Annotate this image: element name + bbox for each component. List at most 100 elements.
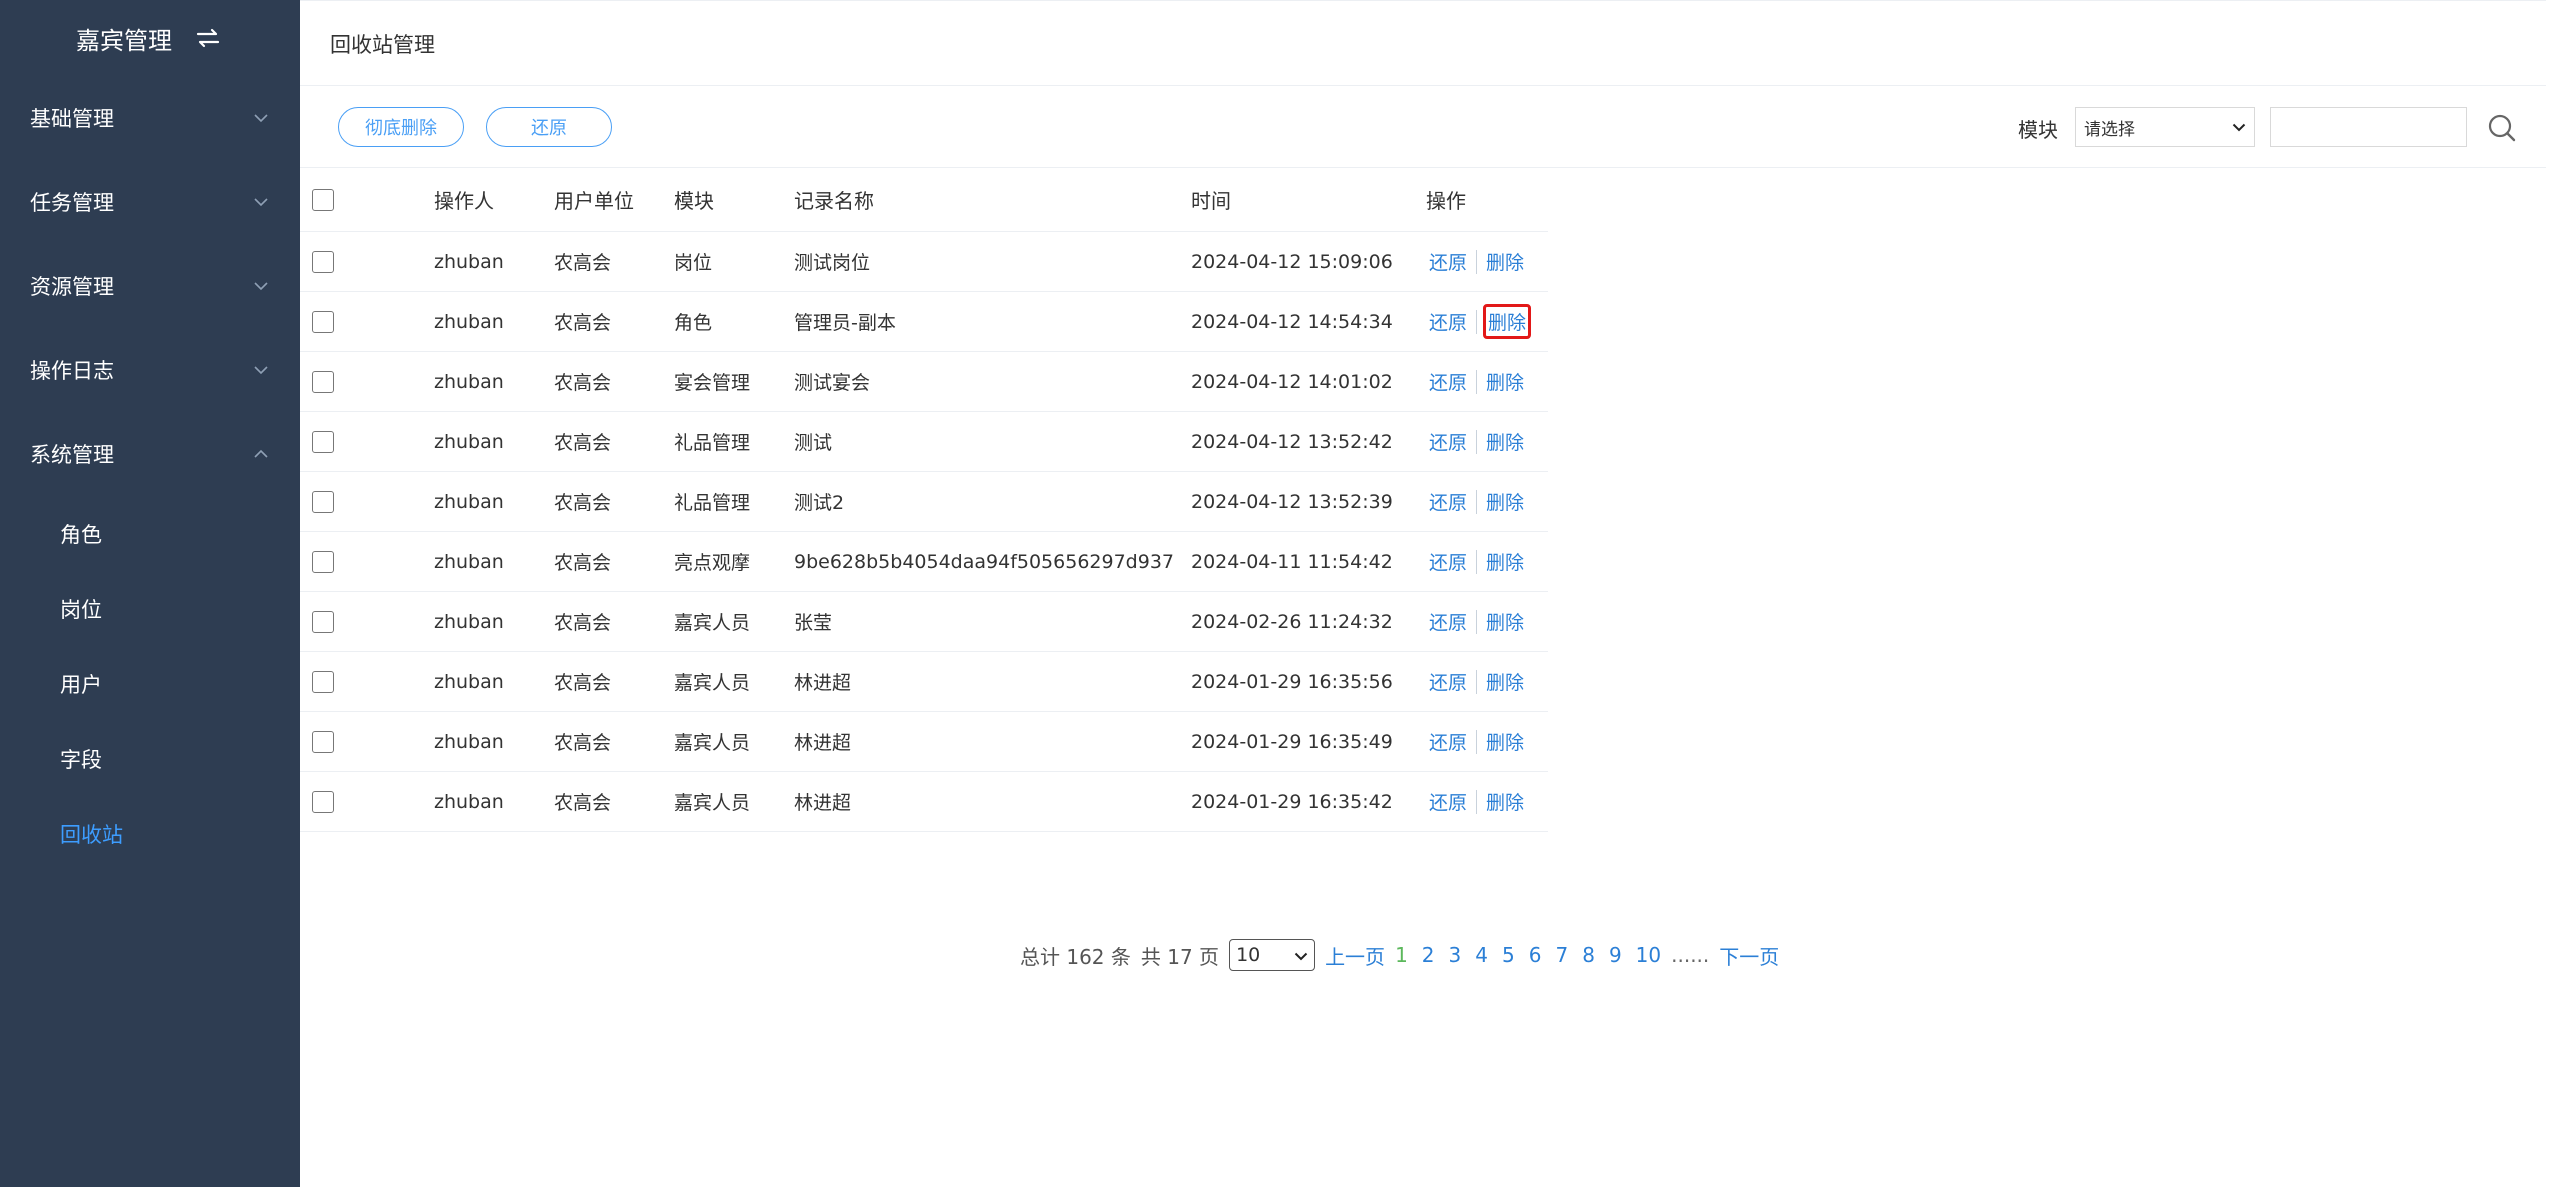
menu-log[interactable]: 操作日志 bbox=[0, 328, 300, 412]
row-checkbox[interactable] bbox=[312, 730, 334, 753]
menu-label: 操作日志 bbox=[30, 359, 114, 383]
cell-operator: zhuban bbox=[434, 250, 504, 273]
table-row: zhuban 农高会 礼品管理 测试2 2024-04-12 13:52:39 还原 删除 bbox=[300, 472, 1548, 532]
row-delete-link[interactable]: 删除 bbox=[1483, 486, 1527, 517]
row-restore-link[interactable]: 还原 bbox=[1426, 246, 1470, 277]
cell-unit: 农高会 bbox=[554, 792, 612, 814]
row-delete-link[interactable]: 删除 bbox=[1483, 726, 1527, 757]
row-delete-link[interactable]: 删除 bbox=[1483, 606, 1527, 637]
row-restore-link[interactable]: 还原 bbox=[1426, 546, 1470, 577]
page-link-10[interactable]: 10 bbox=[1636, 943, 1661, 967]
header-time: 时间 bbox=[1191, 189, 1231, 213]
switch-icon[interactable] bbox=[192, 22, 224, 54]
row-restore-link[interactable]: 还原 bbox=[1426, 786, 1470, 817]
menu-basic[interactable]: 基础管理 bbox=[0, 76, 300, 160]
menu-label: 基础管理 bbox=[30, 107, 114, 131]
restore-button[interactable]: 还原 bbox=[486, 107, 612, 147]
page-link-6[interactable]: 6 bbox=[1529, 943, 1542, 967]
sidebar-item-post[interactable]: 岗位 bbox=[0, 571, 300, 646]
action-divider bbox=[1476, 369, 1478, 394]
row-checkbox[interactable] bbox=[312, 610, 334, 633]
row-delete-link[interactable]: 删除 bbox=[1483, 304, 1532, 339]
cell-actions: 还原 删除 bbox=[1426, 532, 1527, 591]
prev-page-link[interactable]: 上一页 bbox=[1325, 941, 1385, 970]
permanent-delete-button[interactable]: 彻底删除 bbox=[338, 107, 464, 147]
cell-module: 礼品管理 bbox=[674, 432, 751, 454]
sidebar-item-role[interactable]: 角色 bbox=[0, 496, 300, 571]
cell-actions: 还原 删除 bbox=[1426, 232, 1527, 291]
row-restore-link[interactable]: 还原 bbox=[1426, 486, 1470, 517]
row-checkbox[interactable] bbox=[312, 790, 334, 813]
menu-label: 任务管理 bbox=[30, 191, 114, 215]
menu-task[interactable]: 任务管理 bbox=[0, 160, 300, 244]
search-icon[interactable] bbox=[2486, 112, 2518, 144]
cell-unit: 农高会 bbox=[554, 732, 612, 754]
cell-operator: zhuban bbox=[434, 610, 504, 633]
row-delete-link[interactable]: 删除 bbox=[1483, 666, 1527, 697]
row-checkbox[interactable] bbox=[312, 430, 334, 453]
sidebar-item-field[interactable]: 字段 bbox=[0, 721, 300, 796]
cell-record-name: 林进超 bbox=[794, 792, 852, 814]
cell-time: 2024-04-12 14:54:34 bbox=[1191, 310, 1393, 333]
page-link-5[interactable]: 5 bbox=[1502, 943, 1515, 967]
row-checkbox[interactable] bbox=[312, 310, 334, 333]
action-divider bbox=[1476, 549, 1478, 574]
search-input[interactable] bbox=[2270, 107, 2467, 147]
row-delete-link[interactable]: 删除 bbox=[1483, 366, 1527, 397]
row-checkbox[interactable] bbox=[312, 250, 334, 273]
menu-resource[interactable]: 资源管理 bbox=[0, 244, 300, 328]
cell-module: 岗位 bbox=[674, 252, 713, 274]
chevron-down-icon bbox=[252, 109, 270, 127]
row-restore-link[interactable]: 还原 bbox=[1426, 366, 1470, 397]
row-checkbox[interactable] bbox=[312, 670, 334, 693]
cell-actions: 还原 删除 bbox=[1426, 712, 1527, 771]
page-link-3[interactable]: 3 bbox=[1449, 943, 1462, 967]
row-delete-link[interactable]: 删除 bbox=[1483, 546, 1527, 577]
row-checkbox[interactable] bbox=[312, 490, 334, 513]
header-unit: 用户单位 bbox=[554, 189, 634, 213]
action-divider bbox=[1476, 489, 1478, 514]
cell-time: 2024-01-29 16:35:49 bbox=[1191, 730, 1393, 753]
page-link-7[interactable]: 7 bbox=[1555, 943, 1568, 967]
row-delete-link[interactable]: 删除 bbox=[1483, 786, 1527, 817]
page-link-9[interactable]: 9 bbox=[1609, 943, 1622, 967]
chevron-down-icon bbox=[252, 277, 270, 295]
page-link-1[interactable]: 1 bbox=[1395, 943, 1408, 967]
action-divider bbox=[1476, 669, 1478, 694]
sidebar-item-user[interactable]: 用户 bbox=[0, 646, 300, 721]
table-row: zhuban 农高会 角色 管理员-副本 2024-04-12 14:54:34 还原 删除 bbox=[300, 292, 1548, 352]
next-page-link[interactable]: 下一页 bbox=[1719, 941, 1779, 970]
row-delete-link[interactable]: 删除 bbox=[1483, 246, 1527, 277]
row-checkbox[interactable] bbox=[312, 370, 334, 393]
select-all-checkbox[interactable] bbox=[312, 188, 334, 211]
main-content: 回收站管理 彻底删除 还原 模块 请选择 操作人 用户单位 模块 记录名称 时间… bbox=[300, 0, 2560, 1187]
cell-operator: zhuban bbox=[434, 670, 504, 693]
brand-title: 嘉宾管理 bbox=[76, 26, 172, 55]
page-link-4[interactable]: 4 bbox=[1475, 943, 1488, 967]
page-link-8[interactable]: 8 bbox=[1582, 943, 1595, 967]
sidebar-item-recycle[interactable]: 回收站 bbox=[0, 796, 300, 871]
row-restore-link[interactable]: 还原 bbox=[1426, 606, 1470, 637]
cell-module: 嘉宾人员 bbox=[674, 672, 751, 694]
row-checkbox[interactable] bbox=[312, 550, 334, 573]
cell-actions: 还原 删除 bbox=[1426, 412, 1527, 471]
pagination: 总计 162 条 共 17 页 10 上一页 1 2 3 4 5 6 7 8 9 10 .....… bbox=[1020, 938, 1779, 972]
header-operator: 操作人 bbox=[434, 189, 494, 213]
cell-unit: 农高会 bbox=[554, 252, 612, 274]
chevron-down-icon bbox=[2232, 117, 2246, 137]
page-link-2[interactable]: 2 bbox=[1422, 943, 1435, 967]
menu-system[interactable]: 系统管理 bbox=[0, 412, 300, 496]
cell-time: 2024-01-29 16:35:42 bbox=[1191, 790, 1393, 813]
module-select[interactable]: 请选择 bbox=[2075, 107, 2255, 147]
row-restore-link[interactable]: 还原 bbox=[1426, 726, 1470, 757]
cell-time: 2024-04-12 15:09:06 bbox=[1191, 250, 1393, 273]
page-size-select[interactable]: 10 bbox=[1229, 939, 1316, 971]
row-restore-link[interactable]: 还原 bbox=[1426, 666, 1470, 697]
cell-record-name: 9be628b5b4054daa94f505656297d937 bbox=[794, 550, 1174, 573]
cell-time: 2024-04-12 14:01:02 bbox=[1191, 370, 1393, 393]
cell-unit: 农高会 bbox=[554, 312, 612, 334]
row-restore-link[interactable]: 还原 bbox=[1426, 426, 1470, 457]
action-divider bbox=[1476, 789, 1478, 814]
row-delete-link[interactable]: 删除 bbox=[1483, 426, 1527, 457]
row-restore-link[interactable]: 还原 bbox=[1426, 306, 1470, 337]
